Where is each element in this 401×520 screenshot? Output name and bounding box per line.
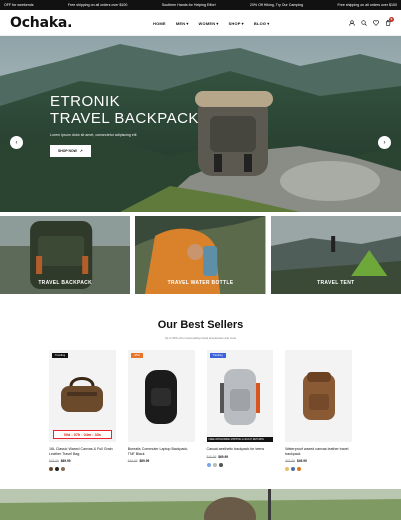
nav-label: BLOG bbox=[253, 20, 267, 26]
laptop-backpack-image bbox=[145, 370, 178, 424]
chevron-left-icon: ‹ bbox=[15, 139, 18, 146]
current-price: $69.99 bbox=[139, 459, 150, 464]
product-badge: Trending bbox=[52, 353, 69, 358]
nav-label: WOMEN bbox=[198, 20, 216, 26]
color-swatch[interactable] bbox=[212, 462, 217, 467]
category-label: TRAVEL TENT bbox=[317, 280, 355, 286]
countdown-timer: 00d : 07h : 04m : 33s bbox=[53, 430, 112, 439]
nav-label: HOME bbox=[153, 20, 166, 26]
cart-icon[interactable]: 0 bbox=[385, 16, 394, 26]
hero-title: ETRONIK TRAVEL BACKPACK bbox=[50, 93, 199, 127]
color-swatch[interactable] bbox=[55, 467, 59, 472]
color-swatches bbox=[285, 467, 352, 472]
product-card[interactable]: -25% Borealis Commuter Laptop Backpack, … bbox=[127, 350, 195, 471]
cart-count-badge: 0 bbox=[389, 16, 394, 22]
search-icon[interactable] bbox=[361, 19, 367, 26]
chevron-down-icon: ▾ bbox=[216, 20, 219, 26]
hero-subtitle: Lorem ipsum dolor sit amet, consectetur … bbox=[50, 133, 137, 137]
product-card[interactable]: Trending FREE WORLDWIDE SHIPPING & 30-DA… bbox=[206, 350, 274, 471]
chevron-down-icon: ▾ bbox=[267, 20, 270, 26]
product-image[interactable]: Trending FREE WORLDWIDE SHIPPING & 30-DA… bbox=[206, 350, 274, 442]
old-price: $49.99 bbox=[49, 459, 59, 464]
category-card-backpack[interactable]: TRAVEL BACKPACK bbox=[0, 216, 131, 294]
announcement-item: 20% Off Hiking, Try Our Camping bbox=[249, 3, 304, 7]
category-row: TRAVEL BACKPACK TRAVEL WATER BOTTLE TRAV… bbox=[0, 216, 401, 294]
old-price: $49.99 bbox=[127, 459, 138, 464]
color-swatches bbox=[49, 467, 116, 472]
next-slide-button[interactable]: › bbox=[378, 136, 391, 149]
chevron-down-icon: ▾ bbox=[186, 20, 189, 26]
duffel-bag-image bbox=[61, 377, 104, 412]
old-price: $69.99 bbox=[285, 459, 295, 464]
category-label: TRAVEL BACKPACK bbox=[38, 280, 92, 286]
hero-content: ETRONIK TRAVEL BACKPACK Lorem ipsum dolo… bbox=[50, 93, 199, 157]
product-card[interactable]: Waterproof waxed canvas leather travel b… bbox=[285, 350, 352, 472]
shop-now-button[interactable]: SHOP NOW ↗ bbox=[50, 145, 91, 157]
user-icon[interactable] bbox=[349, 19, 355, 26]
hero-banner: ETRONIK TRAVEL BACKPACK Lorem ipsum dolo… bbox=[0, 36, 401, 212]
main-nav: HOME MEN ▾ WOMEN ▾ SHOP ▾ BLOG ▾ bbox=[153, 10, 269, 36]
old-price: $49.99 bbox=[206, 454, 217, 459]
product-card[interactable]: Trending 00d : 07h : 04m : 33s 16L Class… bbox=[49, 350, 116, 472]
product-price: $49.99 $69.99 bbox=[49, 459, 116, 463]
product-grid: Trending 00d : 07h : 04m : 33s 16L Class… bbox=[0, 350, 401, 472]
category-label: TRAVEL WATER BOTTLE bbox=[167, 280, 234, 286]
color-swatch[interactable] bbox=[285, 467, 290, 472]
shipping-strip: FREE WORLDWIDE SHIPPING & 30-DAY RETURNS bbox=[206, 437, 274, 442]
chevron-down-icon: ▾ bbox=[241, 20, 244, 26]
color-swatch[interactable] bbox=[61, 467, 65, 472]
color-swatches bbox=[206, 462, 274, 467]
product-price: $49.99 $69.99 bbox=[207, 455, 274, 459]
hero-title-line: ETRONIK bbox=[50, 93, 121, 110]
bottom-banner-image bbox=[0, 489, 401, 520]
nav-label: SHOP bbox=[228, 20, 241, 26]
product-name[interactable]: Waterproof waxed canvas leather travel b… bbox=[285, 447, 352, 456]
nav-item-shop[interactable]: SHOP ▾ bbox=[229, 21, 244, 26]
product-name[interactable]: Borealis Commuter Laptop Backpack, TNF B… bbox=[128, 447, 195, 456]
color-swatch[interactable] bbox=[206, 462, 211, 467]
site-header: Ochaka. HOME MEN ▾ WOMEN ▾ SHOP ▾ BLOG ▾ 0 bbox=[0, 10, 401, 36]
product-image[interactable] bbox=[285, 350, 352, 442]
prev-slide-button[interactable]: ‹ bbox=[10, 136, 23, 149]
category-card-water-bottle[interactable]: TRAVEL WATER BOTTLE bbox=[135, 216, 266, 294]
product-image[interactable]: Trending 00d : 07h : 04m : 33s bbox=[49, 350, 116, 442]
nav-item-home[interactable]: HOME bbox=[153, 21, 166, 26]
section-title: Our Best Sellers bbox=[157, 319, 244, 331]
product-price: $49.99 $69.99 bbox=[128, 459, 195, 463]
logo[interactable]: Ochaka. bbox=[10, 15, 72, 31]
color-swatch[interactable] bbox=[218, 462, 223, 467]
product-badge: Trending bbox=[209, 353, 226, 358]
current-price: $69.99 bbox=[218, 454, 228, 459]
announcement-item: OFF for weekends bbox=[4, 3, 34, 7]
section-subtitle: Up to 50% off on best-selling travel acc… bbox=[164, 336, 237, 340]
color-swatch[interactable] bbox=[49, 467, 53, 472]
leather-backpack-image bbox=[302, 372, 335, 420]
hero-title-line: TRAVEL BACKPACK bbox=[50, 110, 199, 127]
current-price: $49.99 bbox=[297, 459, 307, 464]
shop-now-label: SHOP NOW bbox=[58, 149, 77, 153]
product-image[interactable]: -25% bbox=[127, 350, 195, 442]
header-icons: 0 bbox=[349, 16, 394, 26]
product-name[interactable]: 16L Classic Waxed Canvas & Full Grain Le… bbox=[49, 447, 116, 456]
heart-icon[interactable] bbox=[373, 19, 379, 26]
announcement-item: Free shipping on all orders over $100 bbox=[337, 3, 397, 7]
product-price: $69.99 $49.99 bbox=[285, 459, 352, 463]
nav-item-men[interactable]: MEN ▾ bbox=[176, 21, 189, 26]
nav-item-women[interactable]: WOMEN ▾ bbox=[199, 21, 219, 26]
color-swatch[interactable] bbox=[291, 467, 296, 472]
color-swatch[interactable] bbox=[297, 467, 302, 472]
announcement-bar: OFF for weekends Free shipping on all or… bbox=[0, 0, 401, 10]
arrow-right-icon: ↗ bbox=[79, 149, 83, 153]
announcement-item: Free shipping on all orders over $100 bbox=[67, 3, 128, 7]
category-card-tent[interactable]: TRAVEL TENT bbox=[270, 216, 401, 294]
chevron-right-icon: › bbox=[383, 139, 386, 146]
product-badge: -25% bbox=[130, 353, 143, 358]
bottom-banner bbox=[0, 489, 401, 520]
announcement-item: Southern Hands for Helping Effort bbox=[161, 3, 216, 7]
nav-item-blog[interactable]: BLOG ▾ bbox=[254, 21, 270, 26]
teen-backpack-image bbox=[219, 369, 260, 425]
product-name[interactable]: Casual aesthetic backpack for teens bbox=[207, 447, 274, 452]
current-price: $69.99 bbox=[60, 459, 71, 464]
nav-label: MEN bbox=[175, 20, 186, 26]
